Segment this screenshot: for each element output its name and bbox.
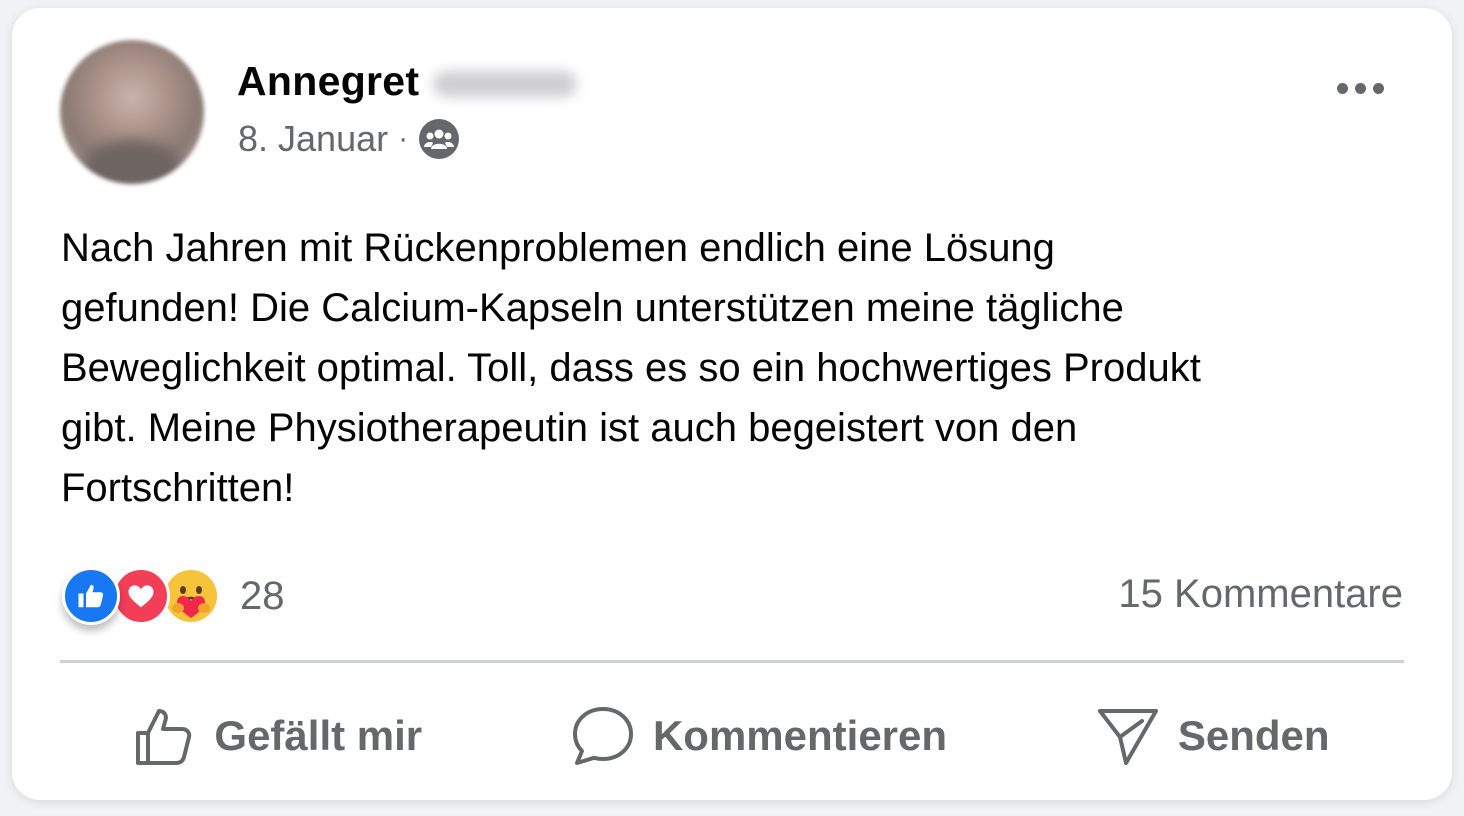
- dot-icon: [1354, 82, 1366, 94]
- send-label: Senden: [1177, 712, 1330, 759]
- action-bar: Gefällt mir Kommentieren Senden: [60, 680, 1404, 792]
- avatar[interactable]: [60, 40, 204, 184]
- meta-separator: ·: [398, 122, 409, 155]
- care-reaction-icon: [162, 567, 220, 625]
- send-button[interactable]: Senden: [1096, 705, 1330, 767]
- comment-button[interactable]: Kommentieren: [571, 705, 947, 767]
- love-reaction-icon: [112, 567, 170, 625]
- post-date[interactable]: 8. Januar: [238, 118, 388, 160]
- post-card: Annegret 8. Januar · Nach Jahren mit Rüc…: [12, 8, 1452, 800]
- like-button[interactable]: Gefällt mir: [134, 705, 422, 767]
- divider: [60, 660, 1404, 663]
- send-icon: [1097, 709, 1158, 765]
- reactions-summary[interactable]: 28: [62, 564, 285, 628]
- post-text: Nach Jahren mit Rückenproblemen endlich …: [61, 226, 1201, 510]
- like-label: Gefällt mir: [214, 712, 423, 759]
- reaction-icons: [62, 564, 220, 628]
- post-meta: 8. Januar ·: [238, 118, 460, 160]
- more-options-button[interactable]: [1328, 68, 1392, 108]
- comment-label: Kommentieren: [652, 712, 948, 759]
- reaction-count: 28: [240, 573, 285, 618]
- author-name[interactable]: Annegret: [237, 58, 419, 105]
- thumbs-up-icon: [136, 709, 192, 765]
- like-reaction-icon: [62, 567, 120, 625]
- comment-count-link[interactable]: 15 Kommentare: [1118, 572, 1403, 617]
- author-line: Annegret: [237, 58, 578, 105]
- dot-icon: [1336, 82, 1348, 94]
- dot-icon: [1372, 82, 1384, 94]
- blurred-last-name: [433, 70, 578, 97]
- friends-audience-icon[interactable]: [418, 118, 460, 160]
- comment-bubble-icon: [572, 707, 633, 765]
